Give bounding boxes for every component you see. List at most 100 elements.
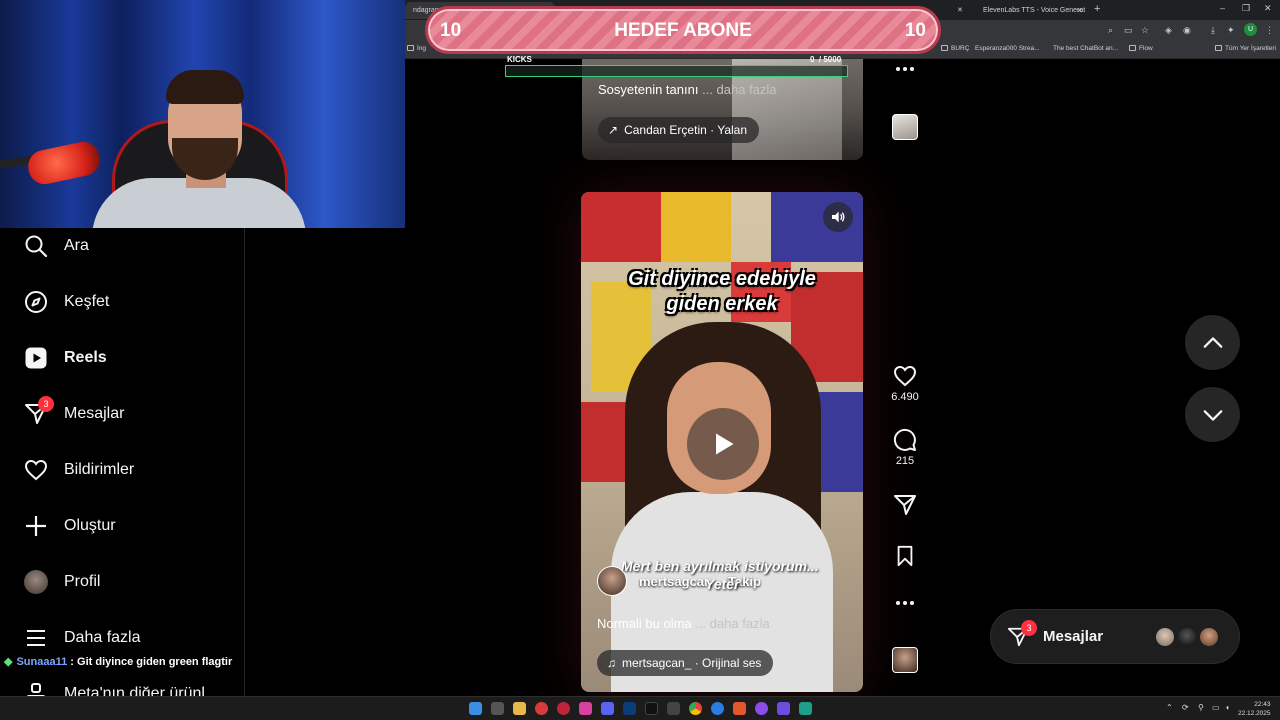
reel-video-current[interactable]: Git diyince edebiyle giden erkek Mert be…	[581, 192, 863, 692]
next-reel-button[interactable]	[1185, 387, 1240, 442]
notepad-icon[interactable]	[799, 702, 812, 715]
discord-icon[interactable]	[601, 702, 614, 715]
bookmark-item[interactable]: The best ChatBot an...	[1053, 45, 1118, 52]
sound-toggle-button[interactable]	[823, 202, 853, 232]
sidebar-item-notifications[interactable]: Bildirimler	[22, 452, 134, 488]
folder-icon	[407, 45, 414, 51]
opera-icon[interactable]	[557, 702, 570, 715]
sidebar-item-search[interactable]: Ara	[22, 228, 89, 264]
puzzle-icon[interactable]: ✦	[1227, 25, 1235, 36]
kicks-label: KICKS	[507, 55, 532, 64]
windows-start-icon[interactable]	[469, 702, 482, 715]
share-icon	[894, 495, 916, 515]
more-link[interactable]: ... daha fazla	[702, 82, 776, 97]
capcut-icon[interactable]	[667, 702, 680, 715]
heart-icon	[22, 456, 50, 484]
sidebar-item-label: Bildirimler	[64, 461, 135, 478]
close-window-button[interactable]: ✕	[1264, 3, 1272, 14]
sidebar-item-label: Ara	[64, 237, 89, 254]
bookmark-item[interactable]: Flow	[1129, 45, 1153, 52]
sidebar-item-profile[interactable]: Profil	[22, 564, 100, 600]
file-explorer-icon[interactable]	[513, 702, 526, 715]
folder-icon	[1215, 45, 1222, 51]
more-link[interactable]: ... daha fazla	[695, 616, 769, 631]
app-icon[interactable]	[733, 702, 746, 715]
windows-taskbar: ⌃ ⟳ ⚲ ▭ ◖ 22:43 22.12.2025	[0, 696, 1280, 720]
sidebar: Ara Keşfet Reels 3 Mesajlar Bildirimler …	[0, 228, 245, 705]
profile-avatar[interactable]: U	[1244, 23, 1257, 36]
comment-button[interactable]: 215	[888, 428, 922, 467]
sidebar-item-reels[interactable]: Reels	[22, 340, 107, 376]
reel-overlay-text-line1: Git diyince edebiyle	[628, 268, 816, 290]
sidebar-item-explore[interactable]: Keşfet	[22, 284, 109, 320]
messenger-icon: 3	[22, 396, 54, 428]
sidebar-item-create[interactable]: Oluştur	[22, 508, 116, 544]
sidebar-item-messages[interactable]: 3 Mesajlar	[22, 396, 124, 432]
menu-icon	[22, 624, 50, 652]
more-options-button[interactable]	[888, 600, 922, 606]
play-button[interactable]	[687, 408, 759, 480]
task-view-icon[interactable]	[491, 702, 504, 715]
audio-thumbnail[interactable]	[892, 114, 918, 140]
usb-icon[interactable]: ⚲	[1198, 703, 1204, 712]
close-icon[interactable]: ✕	[955, 2, 969, 19]
play-icon	[716, 433, 734, 455]
more-horizontal-icon	[896, 67, 914, 71]
tab-label: ElevenLabs TTS - Voice Generat	[983, 7, 1086, 14]
audio-link-pill[interactable]: ♫ mertsagcan_ · Orijinal ses	[597, 650, 774, 676]
sidebar-item-label: Keşfet	[64, 293, 110, 310]
download-icon[interactable]: ⤓	[1211, 25, 1215, 36]
kicks-progress-bar	[505, 65, 848, 77]
notification-badge: 3	[38, 396, 54, 412]
refresh-icon[interactable]: ⟳	[1182, 703, 1189, 712]
bookmark-item[interactable]: İng	[407, 45, 426, 52]
kebab-menu-icon[interactable]: ⋮	[1265, 25, 1274, 36]
obs-icon[interactable]	[755, 702, 768, 715]
messages-panel[interactable]: 3 Mesajlar	[990, 609, 1240, 664]
app-icon[interactable]	[777, 702, 790, 715]
audio-thumbnail[interactable]	[892, 647, 918, 673]
cast-icon[interactable]: ▭	[1124, 25, 1133, 36]
microphone	[25, 138, 103, 188]
browser-tab-elevenlabs[interactable]: ElevenLabs TTS - Voice Generat ✕	[975, 2, 1087, 19]
comment-count: 215	[895, 455, 915, 467]
extension-icon[interactable]: ◉	[1183, 25, 1191, 36]
tray-chevron-icon[interactable]: ⌃	[1166, 703, 1173, 712]
speaker-icon	[832, 211, 845, 223]
author-avatar[interactable]	[597, 566, 627, 596]
bookmark-item[interactable]: BURÇ	[941, 45, 969, 52]
instagram-icon[interactable]	[579, 702, 592, 715]
avatar	[1198, 626, 1220, 648]
maximize-button[interactable]: ❐	[1242, 3, 1250, 14]
photoshop-icon[interactable]	[623, 702, 636, 715]
bookmark-item[interactable]: Tüm Yer İşaretleri	[1215, 45, 1276, 52]
system-clock[interactable]: 22:43 22.12.2025	[1238, 700, 1271, 718]
more-options-button[interactable]	[888, 66, 922, 72]
star-icon[interactable]: ☆	[1141, 25, 1149, 36]
chrome-icon[interactable]	[689, 702, 702, 715]
share-button[interactable]	[888, 493, 922, 517]
extension-icon[interactable]: ◈	[1165, 25, 1172, 36]
previous-reel-button[interactable]	[1185, 315, 1240, 370]
bookmark-item[interactable]: Esperanza000 Strea...	[975, 45, 1040, 52]
network-icon[interactable]: ▭	[1212, 703, 1220, 712]
edge-icon[interactable]	[711, 702, 724, 715]
background-panel	[771, 192, 863, 262]
music-note-icon: ♫	[607, 656, 616, 670]
volume-icon[interactable]: ◖	[1225, 703, 1230, 712]
app-icon[interactable]	[535, 702, 548, 715]
audio-link-pill[interactable]: ↗ Candan Erçetin · Yalan	[598, 117, 760, 143]
new-tab-button[interactable]: +	[1094, 3, 1100, 15]
streamer-hair	[166, 70, 244, 104]
reel-overlay-text-line2: giden erkek	[666, 293, 778, 315]
author-username[interactable]: mertsagcan	[639, 574, 712, 589]
close-icon[interactable]: ✕	[1076, 2, 1083, 19]
tiktok-icon[interactable]	[645, 702, 658, 715]
save-button[interactable]	[888, 545, 922, 567]
zoom-icon[interactable]: ⌕	[1108, 25, 1113, 36]
minimize-button[interactable]: –	[1220, 3, 1225, 13]
webcam-overlay	[0, 0, 405, 228]
bookmark-icon	[897, 545, 913, 567]
sidebar-item-more[interactable]: Daha fazla	[22, 620, 141, 656]
like-button[interactable]: 6.490	[888, 364, 922, 403]
